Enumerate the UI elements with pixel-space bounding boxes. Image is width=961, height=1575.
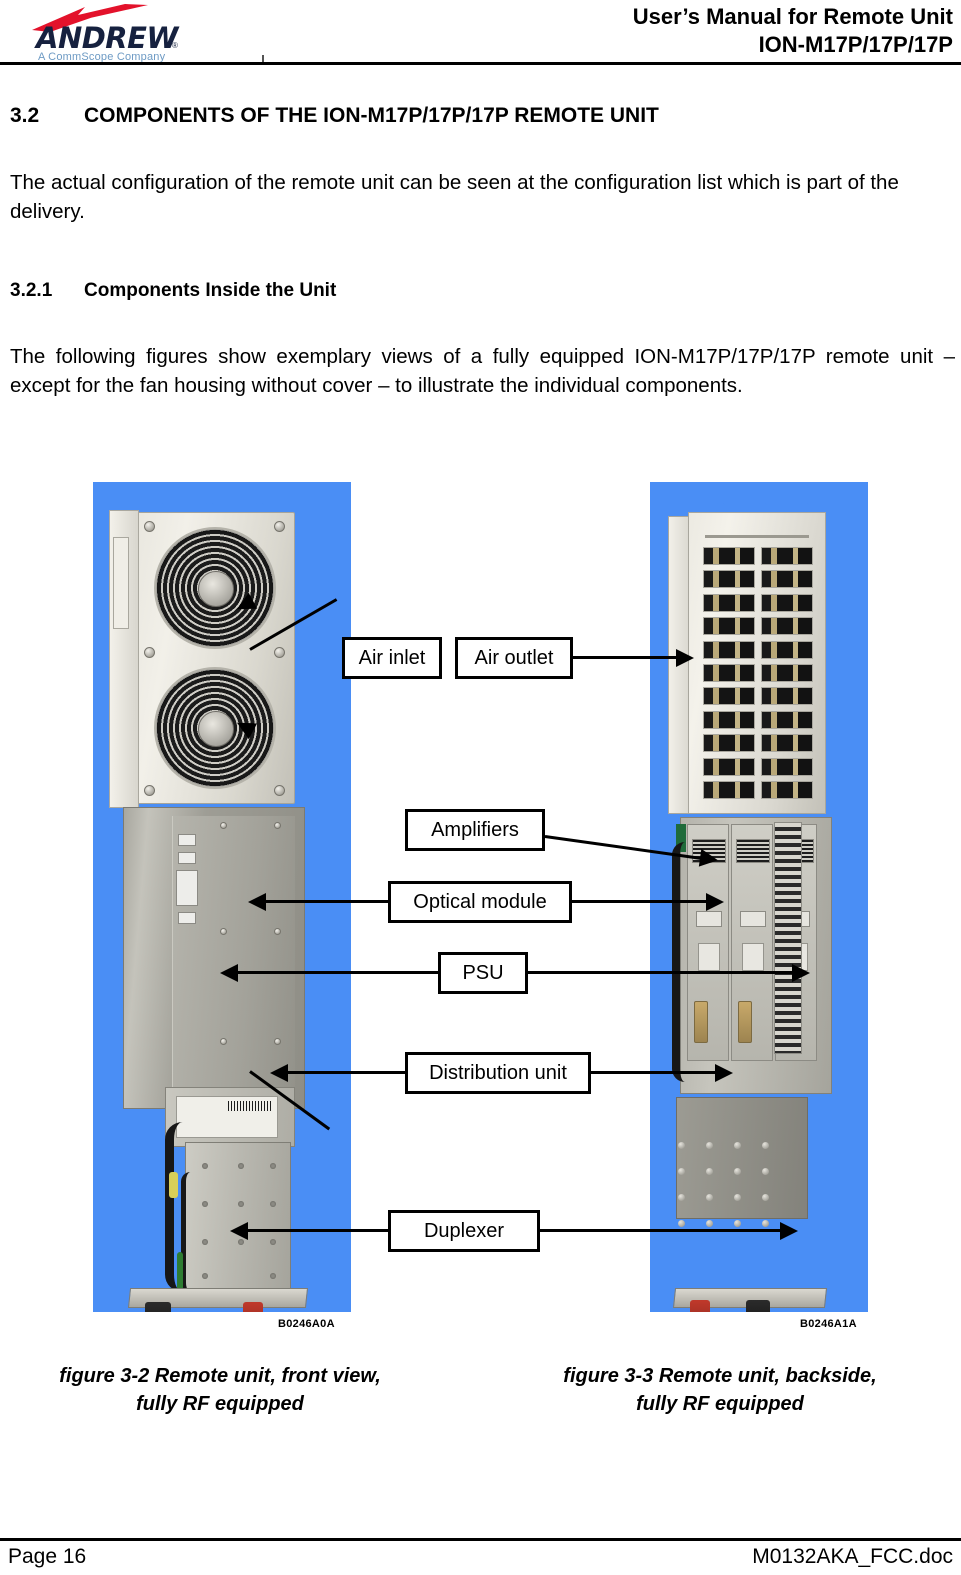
grille-column-left <box>703 547 755 799</box>
photo-remote-unit-backside <box>650 482 868 1312</box>
leader-psu-right <box>528 971 798 974</box>
fan-grille-upper <box>154 527 276 649</box>
grille-top-seam <box>705 535 809 538</box>
leader-air-outlet <box>573 656 683 659</box>
photo-remote-unit-front-view <box>93 482 351 1312</box>
logo-wordmark: ANDREW <box>36 21 178 55</box>
ground-cable <box>177 1252 183 1292</box>
figure-caption-right: figure 3-3 Remote unit, backside, fully … <box>500 1362 940 1418</box>
callout-optical-module[interactable]: Optical module <box>388 881 572 923</box>
air-outlet-grille-housing <box>688 512 826 814</box>
figure-illustration-area: B0246A0A B0246A1A Air inlet Air outlet A… <box>0 470 961 1350</box>
callout-psu[interactable]: PSU <box>438 952 528 994</box>
subsection-number: 3.2.1 <box>10 280 53 301</box>
leader-duplexer-left <box>248 1229 388 1232</box>
andrew-logo: ANDREW ® A CommScope Company <box>18 2 258 63</box>
figure-caption-left-line1: figure 3-2 Remote unit, front view, <box>59 1365 381 1387</box>
leader-duplexer-right <box>540 1229 786 1232</box>
fan-hub-lower <box>198 711 234 747</box>
fan-grille-lower <box>154 667 276 789</box>
arrow-duplexer-left <box>230 1222 248 1240</box>
subsection-title: Components Inside the Unit <box>84 280 337 301</box>
photo-left-id: B0246A0A <box>278 1318 335 1330</box>
photo-right-id: B0246A1A <box>800 1318 857 1330</box>
arrow-optical-module-right <box>706 893 724 911</box>
connector-rf-red-back <box>690 1300 710 1312</box>
figure-caption-left: figure 3-2 Remote unit, front view, full… <box>20 1362 420 1418</box>
arrow-optical-module-left <box>248 893 266 911</box>
signal-cable <box>181 1172 200 1292</box>
header-title-line1: User’s Manual for Remote Unit <box>632 4 953 29</box>
callout-distribution-unit[interactable]: Distribution unit <box>405 1052 591 1094</box>
psu-vent-strip <box>774 822 802 1054</box>
footer-divider <box>0 1538 961 1541</box>
callout-amplifiers[interactable]: Amplifiers <box>405 809 545 851</box>
duplexer-unit <box>185 1142 291 1294</box>
footer-document-name: M0132AKA_FCC.doc <box>752 1545 953 1568</box>
section-paragraph-2: The following figures show exemplary vie… <box>10 345 955 397</box>
figure-caption-left-line2: fully RF equipped <box>136 1393 304 1415</box>
arrow-duplexer-right <box>780 1222 798 1240</box>
fan-hub-upper <box>198 571 234 607</box>
fan-housing <box>135 512 295 804</box>
arrow-distribution-left <box>270 1064 288 1082</box>
arrow-air-outlet <box>676 649 694 667</box>
arrow-psu-right <box>792 964 810 982</box>
header-title-line2: ION-M17P/17P/17P <box>758 32 953 57</box>
product-label-sticker <box>113 537 129 629</box>
callout-duplexer[interactable]: Duplexer <box>388 1210 540 1252</box>
figure-caption-right-line2: fully RF equipped <box>636 1393 804 1415</box>
duplexer-dimple-grid <box>672 1142 782 1252</box>
section-title: COMPONENTS OF THE ION-M17P/17P/17P REMOT… <box>84 104 659 127</box>
leader-optical-module-left <box>266 900 388 903</box>
section-paragraph-1: The actual configuration of the remote u… <box>10 171 899 223</box>
leader-optical-module-right <box>572 900 712 903</box>
figure-caption-right-line1: figure 3-3 Remote unit, backside, <box>563 1365 877 1387</box>
connector-power <box>145 1302 171 1312</box>
amplifier-card-2 <box>731 824 773 1061</box>
arrow-amplifiers <box>698 848 720 870</box>
cable-marker-yellow <box>169 1172 178 1198</box>
barcode <box>228 1101 272 1111</box>
connector-power-back <box>746 1300 770 1312</box>
backside-cable <box>672 842 698 1082</box>
arrow-distribution-right <box>715 1064 733 1082</box>
grille-column-right <box>761 547 813 799</box>
page-header: ANDREW ® A CommScope Company User’s Manu… <box>0 0 961 65</box>
footer-page-number: Page 16 <box>8 1545 87 1568</box>
callout-air-inlet[interactable]: Air inlet <box>342 637 442 679</box>
logo-registered-mark: ® <box>172 41 178 50</box>
leader-distribution-right <box>591 1071 721 1074</box>
leader-psu-left <box>238 971 438 974</box>
section-number: 3.2 <box>10 104 40 127</box>
arrow-psu-left <box>220 964 238 982</box>
leader-distribution-left <box>288 1071 405 1074</box>
connector-rf-red <box>243 1302 263 1312</box>
callout-air-outlet[interactable]: Air outlet <box>455 637 573 679</box>
header-divider <box>0 62 961 65</box>
